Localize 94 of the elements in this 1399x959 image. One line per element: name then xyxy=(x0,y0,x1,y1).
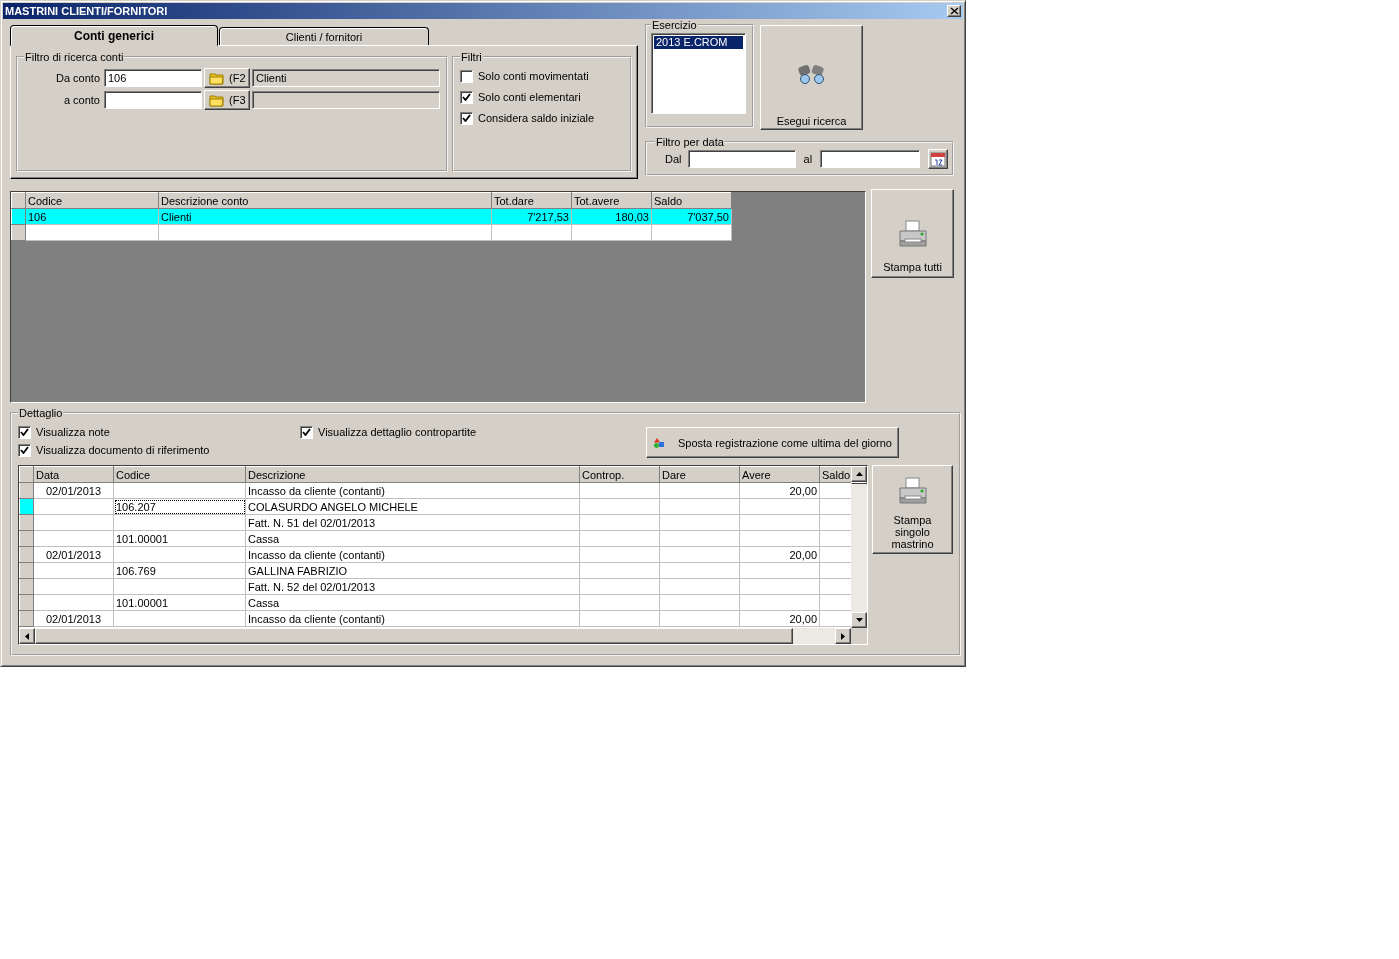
lookup-button[interactable]: (F2 xyxy=(204,68,250,88)
table-cell: Incasso da cliente (contanti) xyxy=(245,482,580,499)
move-button[interactable]: Sposta registrazione come ultima del giorno xyxy=(646,427,899,458)
corner-cell[interactable] xyxy=(19,466,34,483)
table-cell: 20,00 xyxy=(739,546,820,563)
table-cell: 02/01/2013 xyxy=(33,546,114,563)
printer-icon xyxy=(896,219,929,249)
scrollbar-thumb[interactable] xyxy=(851,482,867,484)
input-field[interactable]: 106 xyxy=(104,69,202,87)
checkbox[interactable] xyxy=(460,90,473,104)
column-header[interactable]: Saldo xyxy=(651,192,732,209)
column-header[interactable]: Data xyxy=(33,466,114,483)
list-box[interactable]: 2013 E.CROM xyxy=(651,33,746,114)
table-cell: Fatt. N. 51 del 02/01/2013 xyxy=(245,514,580,531)
table-cell: 106.769 xyxy=(113,562,246,579)
down-arrow-icon xyxy=(855,618,863,622)
list-item[interactable]: 2013 E.CROM xyxy=(654,36,743,49)
table-cell: GALLINA FABRIZIO xyxy=(245,562,580,579)
checkbox-label[interactable]: Visualizza documento di riferimento xyxy=(36,444,210,456)
table-cell: 101.00001 xyxy=(113,594,246,611)
input-field[interactable] xyxy=(820,150,921,168)
field-label: Da conto xyxy=(54,72,101,84)
table-cell: Fatt. N. 52 del 02/01/2013 xyxy=(245,578,580,595)
table-cell: Incasso da cliente (contanti) xyxy=(245,546,580,563)
table-cell: 20,00 xyxy=(739,610,820,627)
printer-icon xyxy=(896,476,929,506)
lookup-button[interactable]: (F3 xyxy=(204,90,250,110)
column-header[interactable]: Codice xyxy=(25,192,159,209)
column-header[interactable]: Tot.avere xyxy=(571,192,652,209)
column-header[interactable]: Saldo xyxy=(819,466,851,483)
checkbox-label[interactable]: Solo conti movimentati xyxy=(478,70,589,82)
input-field[interactable] xyxy=(104,91,202,109)
checkbox-label[interactable]: Considera saldo iniziale xyxy=(478,112,595,124)
column-header[interactable]: Avere xyxy=(739,466,820,483)
checkmark-icon xyxy=(20,446,29,454)
calendar-button[interactable] xyxy=(928,149,949,169)
print-all-button[interactable]: Stampa tutti xyxy=(871,189,954,278)
input-field[interactable] xyxy=(687,150,796,168)
column-header[interactable]: Dare xyxy=(659,466,740,483)
close-button[interactable] xyxy=(947,5,961,17)
column-header[interactable]: Controp. xyxy=(579,466,660,483)
scroll-down-button[interactable] xyxy=(851,612,867,628)
group-title: Filtro di ricerca conti xyxy=(24,51,125,63)
column-header[interactable]: Codice xyxy=(113,466,246,483)
table-cell: 02/01/2013 xyxy=(33,482,114,499)
calendar-icon xyxy=(930,151,947,167)
column-header[interactable]: Descrizione xyxy=(245,466,580,483)
checkbox[interactable] xyxy=(300,425,313,439)
right-arrow-icon xyxy=(841,632,845,640)
column-header[interactable]: Tot.dare xyxy=(491,192,572,209)
group-title: Dettaglio xyxy=(18,407,64,419)
description-field: Clienti xyxy=(252,69,440,87)
checkbox-label[interactable]: Visualizza note xyxy=(36,426,110,438)
search-button[interactable]: Esegui ricerca xyxy=(760,25,863,130)
tab[interactable]: Clienti / fornitori xyxy=(219,27,429,45)
table-cell: Incasso da cliente (contanti) xyxy=(245,610,580,627)
group-title: Filtri xyxy=(460,51,483,63)
table-cell: Cassa xyxy=(245,594,580,611)
field-label: al xyxy=(803,153,813,165)
checkbox[interactable] xyxy=(18,443,31,457)
checkbox[interactable] xyxy=(18,425,31,439)
table-cell: 02/01/2013 xyxy=(33,610,114,627)
close-icon xyxy=(949,7,959,15)
print-button[interactable]: Stampa singolo mastrino xyxy=(872,465,953,554)
window-title: MASTRINI CLIENTI/FORNITORI xyxy=(5,5,168,17)
corner-cell[interactable] xyxy=(11,192,26,209)
checkbox-label[interactable]: Solo conti elementari xyxy=(478,91,581,103)
checkmark-icon xyxy=(462,93,471,101)
checkbox[interactable] xyxy=(460,69,473,83)
table-cell: 20,00 xyxy=(739,482,820,499)
scroll-right-button[interactable] xyxy=(835,628,851,644)
checkmark-icon xyxy=(302,428,311,436)
checkbox[interactable] xyxy=(460,111,473,125)
folder-icon xyxy=(209,93,225,107)
tab[interactable]: Conti generici xyxy=(10,25,218,46)
table-row[interactable]: 106 Clienti 7'217,53 180,03 7'037,50 xyxy=(11,208,732,225)
table-cell: 106.207 xyxy=(113,498,246,515)
folder-icon xyxy=(209,71,225,85)
field-label: a conto xyxy=(62,94,101,106)
field-label: Dal xyxy=(665,153,682,165)
table-cell: COLASURDO ANGELO MICHELE xyxy=(245,498,580,515)
scrollbar[interactable] xyxy=(851,466,867,628)
group-title: Filtro per data xyxy=(655,136,725,148)
left-arrow-icon xyxy=(25,632,29,640)
group-title: Esercizio xyxy=(651,19,698,31)
up-arrow-icon xyxy=(855,472,863,476)
table-cell: 101.00001 xyxy=(113,530,246,547)
checkmark-icon xyxy=(20,428,29,436)
checkbox-label[interactable]: Visualizza dettaglio contropartite xyxy=(318,426,477,438)
scroll-up-button[interactable] xyxy=(851,466,867,482)
table-cell: Cassa xyxy=(245,530,580,547)
checkmark-icon xyxy=(462,114,471,122)
scroll-left-button[interactable] xyxy=(19,628,35,644)
column-header[interactable]: Descrizione conto xyxy=(158,192,492,209)
